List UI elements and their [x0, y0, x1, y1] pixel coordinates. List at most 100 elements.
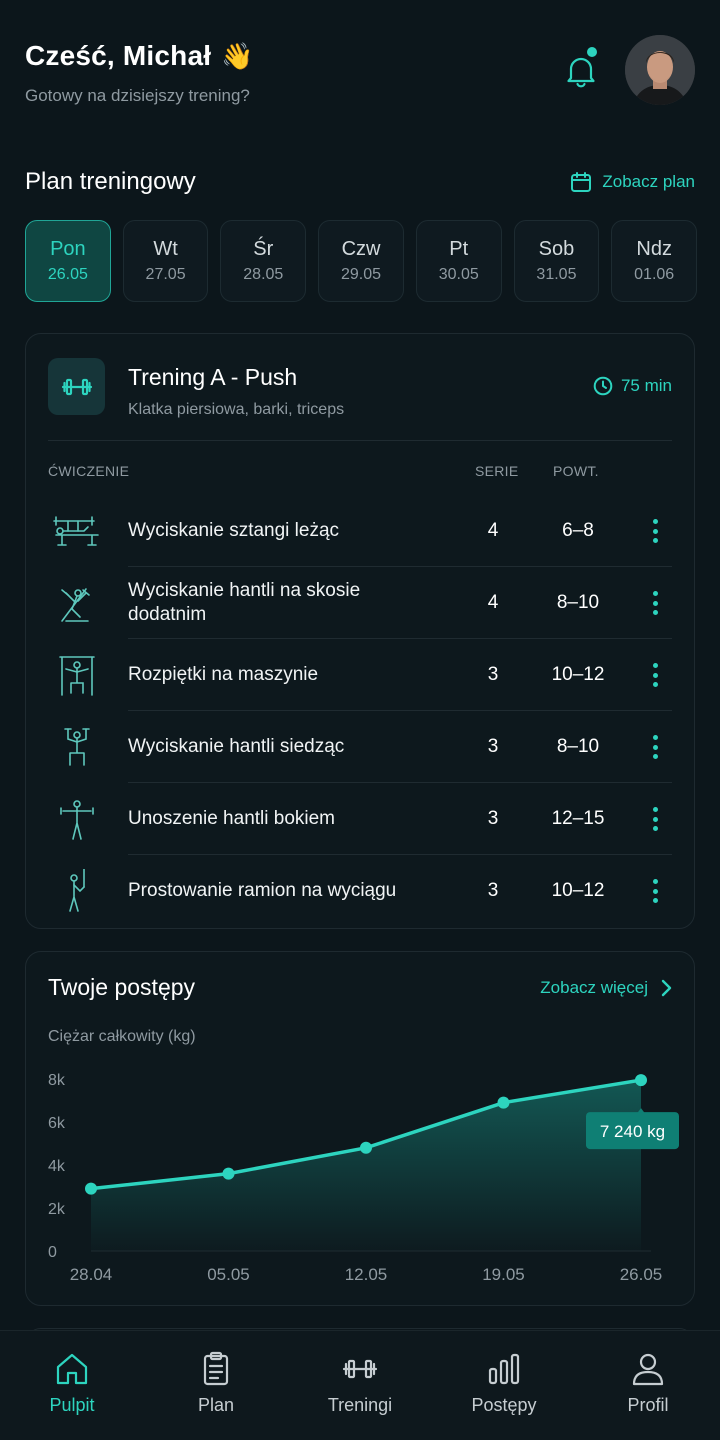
day-tab-tue[interactable]: Wt 27.05 [122, 220, 209, 302]
dumbbell-icon [342, 1359, 378, 1379]
more-options-icon[interactable] [648, 879, 662, 903]
nav-label: Postępy [471, 1395, 537, 1415]
exercise-row[interactable]: Prostowanie ramion na wyciągu 3 10–12 [48, 855, 672, 927]
day-name: Śr [253, 238, 274, 260]
user-icon [632, 1353, 664, 1386]
y-tick-label: 2k [48, 1201, 66, 1218]
bar-chart-icon [488, 1353, 520, 1385]
day-tab-sat[interactable]: Sob 31.05 [513, 220, 600, 302]
nav-label: Profil [627, 1395, 669, 1415]
bench-press-icon [53, 516, 99, 546]
day-date: 31.05 [536, 266, 577, 283]
day-tab-thu[interactable]: Czw 29.05 [318, 220, 404, 302]
exercise-sets: 4 [487, 592, 499, 613]
clock-icon [593, 376, 613, 396]
workout-duration: 75 min [593, 376, 672, 396]
workout-title: Trening A - Push [128, 364, 298, 390]
data-point [85, 1182, 97, 1195]
bottom-nav: Pulpit Plan Treningi Postępy Profil [0, 1330, 720, 1440]
column-header-sets: SERIE [475, 463, 519, 479]
workout-card[interactable]: Trening A - Push Klatka piersiowa, barki… [25, 333, 695, 929]
x-tick-label: 28.04 [70, 1265, 113, 1284]
exercise-row[interactable]: Unoszenie hantli bokiem 3 12–15 [48, 783, 672, 855]
day-tab-fri[interactable]: Pt 30.05 [415, 220, 502, 302]
seated-press-icon [64, 728, 90, 766]
day-tab-mon[interactable]: Pon 26.05 [25, 220, 111, 302]
exercise-row[interactable]: Rozpiętki na maszynie 3 10–12 [48, 639, 672, 711]
see-more-label: Zobacz więcej [540, 978, 648, 997]
day-date: 26.05 [47, 266, 88, 283]
exercise-name: Wyciskanie hantli siedząc [128, 736, 345, 757]
exercise-reps: 10–12 [551, 880, 605, 901]
data-point [497, 1096, 510, 1109]
avatar[interactable] [625, 35, 695, 105]
exercise-reps: 8–10 [556, 592, 600, 613]
nav-item-progress[interactable]: Postępy [432, 1331, 576, 1440]
more-options-icon[interactable] [648, 519, 662, 543]
day-date: 29.05 [340, 266, 382, 283]
see-more-link[interactable]: Zobacz więcej [540, 978, 672, 998]
exercise-name: Unoszenie hantli bokiem [128, 808, 336, 829]
day-name: Ndz [636, 238, 672, 260]
day-tab-sun[interactable]: Ndz 01.06 [611, 220, 698, 302]
clipboard-icon [203, 1351, 229, 1386]
divider [48, 440, 672, 441]
nav-item-workouts[interactable]: Treningi [288, 1331, 432, 1440]
exercise-row[interactable]: Wyciskanie hantli na skosie dodatnim 4 8… [48, 567, 672, 639]
incline-press-icon [61, 588, 90, 622]
day-date: 27.05 [145, 266, 186, 283]
y-tick-label: 4k [48, 1158, 66, 1175]
exercise-sets: 3 [487, 880, 499, 901]
exercise-sets: 3 [487, 808, 499, 829]
nav-item-plan[interactable]: Plan [144, 1331, 288, 1440]
exercise-name: Prostowanie ramion na wyciągu [128, 880, 397, 901]
more-options-icon[interactable] [648, 735, 662, 759]
nav-item-dashboard[interactable]: Pulpit [0, 1331, 144, 1440]
more-options-icon[interactable] [648, 663, 662, 687]
exercise-row[interactable]: Wyciskanie sztangi leżąc 4 6–8 [48, 495, 672, 567]
notification-dot [587, 47, 597, 57]
triceps-pushdown-icon [69, 869, 85, 912]
day-date: 30.05 [438, 266, 479, 283]
nav-label: Treningi [327, 1395, 393, 1415]
data-point [222, 1167, 235, 1180]
exercise-reps: 10–12 [551, 664, 605, 685]
day-selector: Pon 26.05 Wt 27.05 Śr 28.05 Czw 29.05 Pt… [25, 220, 698, 302]
nav-item-profile[interactable]: Profil [576, 1331, 720, 1440]
exercise-sets: 4 [487, 520, 499, 541]
exercise-row[interactable]: Wyciskanie hantli siedząc 3 8–10 [48, 711, 672, 783]
tooltip-label: 7 240 kg [600, 1122, 665, 1141]
machine-fly-icon [59, 656, 95, 696]
see-plan-link[interactable]: Zobacz plan [570, 171, 695, 193]
lateral-raise-icon [60, 800, 94, 840]
column-header-exercise: ĆWICZENIE [48, 463, 130, 479]
exercise-reps: 12–15 [551, 808, 605, 829]
y-tick-label: 6k [48, 1115, 66, 1132]
plan-section-header: Plan treningowy Zobacz plan [25, 165, 695, 199]
progress-card: 0 2k 4k 6k 8k 28.04 05.05 12.05 19.05 26.05 7 240 … [25, 951, 695, 1306]
day-name: Pon [50, 238, 86, 260]
more-options-icon[interactable] [648, 807, 662, 831]
more-options-icon[interactable] [648, 591, 662, 615]
home-icon [56, 1353, 88, 1385]
workout-subtitle: Klatka piersiowa, barki, triceps [128, 401, 345, 418]
day-name: Wt [153, 238, 178, 260]
day-tab-wed[interactable]: Śr 28.05 [220, 220, 307, 302]
notification-bell-icon[interactable] [565, 54, 597, 88]
progress-chart: 0 2k 4k 6k 8k 28.04 05.05 12.05 19.05 26.05 7 240 … [48, 1072, 679, 1284]
x-tick-label: 05.05 [207, 1265, 250, 1284]
exercise-sets: 3 [487, 736, 499, 757]
series-area [91, 1080, 641, 1251]
x-tick-label: 12.05 [345, 1265, 388, 1284]
see-plan-label: Zobacz plan [602, 172, 695, 191]
greeting-subtitle: Gotowy na dzisiejszy trening? [25, 86, 250, 105]
exercise-name: Wyciskanie sztangi leżąc [128, 520, 340, 541]
calendar-icon [571, 172, 592, 192]
dumbbell-icon [61, 378, 92, 395]
day-date: 01.06 [634, 266, 675, 283]
wave-emoji: 👋 [221, 40, 254, 71]
day-name: Czw [341, 238, 381, 260]
data-point [635, 1074, 647, 1087]
day-name: Pt [449, 238, 469, 260]
exercise-reps: 8–10 [556, 736, 600, 757]
